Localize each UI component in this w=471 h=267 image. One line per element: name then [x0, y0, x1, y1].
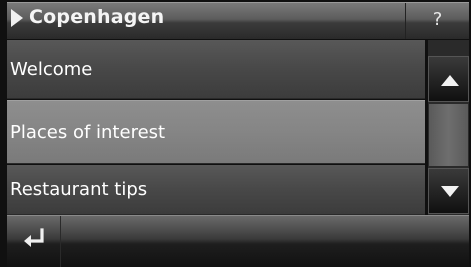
bottom-bar — [7, 215, 469, 267]
page-title: Copenhagen — [29, 6, 165, 28]
return-arrow-icon — [24, 228, 44, 247]
navigation-screen: Copenhagen ? Welcome Places of interest … — [0, 0, 471, 267]
triangle-up-icon — [441, 75, 459, 86]
play-arrow-icon — [11, 9, 23, 27]
help-button[interactable]: ? — [405, 3, 469, 39]
list-item-restaurant-tips[interactable]: Restaurant tips — [7, 165, 425, 215]
scrollbar[interactable] — [428, 40, 469, 216]
triangle-down-icon — [441, 186, 459, 197]
scroll-up-button[interactable] — [428, 56, 469, 102]
scroll-down-button[interactable] — [428, 168, 469, 214]
list-item-places-of-interest[interactable]: Places of interest — [7, 100, 425, 164]
list-item-welcome[interactable]: Welcome — [7, 40, 425, 99]
title-bar: Copenhagen ? — [7, 2, 469, 39]
back-button[interactable] — [7, 216, 61, 267]
menu-list: Welcome Places of interest Restaurant ti… — [7, 40, 425, 215]
scroll-thumb[interactable] — [429, 104, 468, 166]
